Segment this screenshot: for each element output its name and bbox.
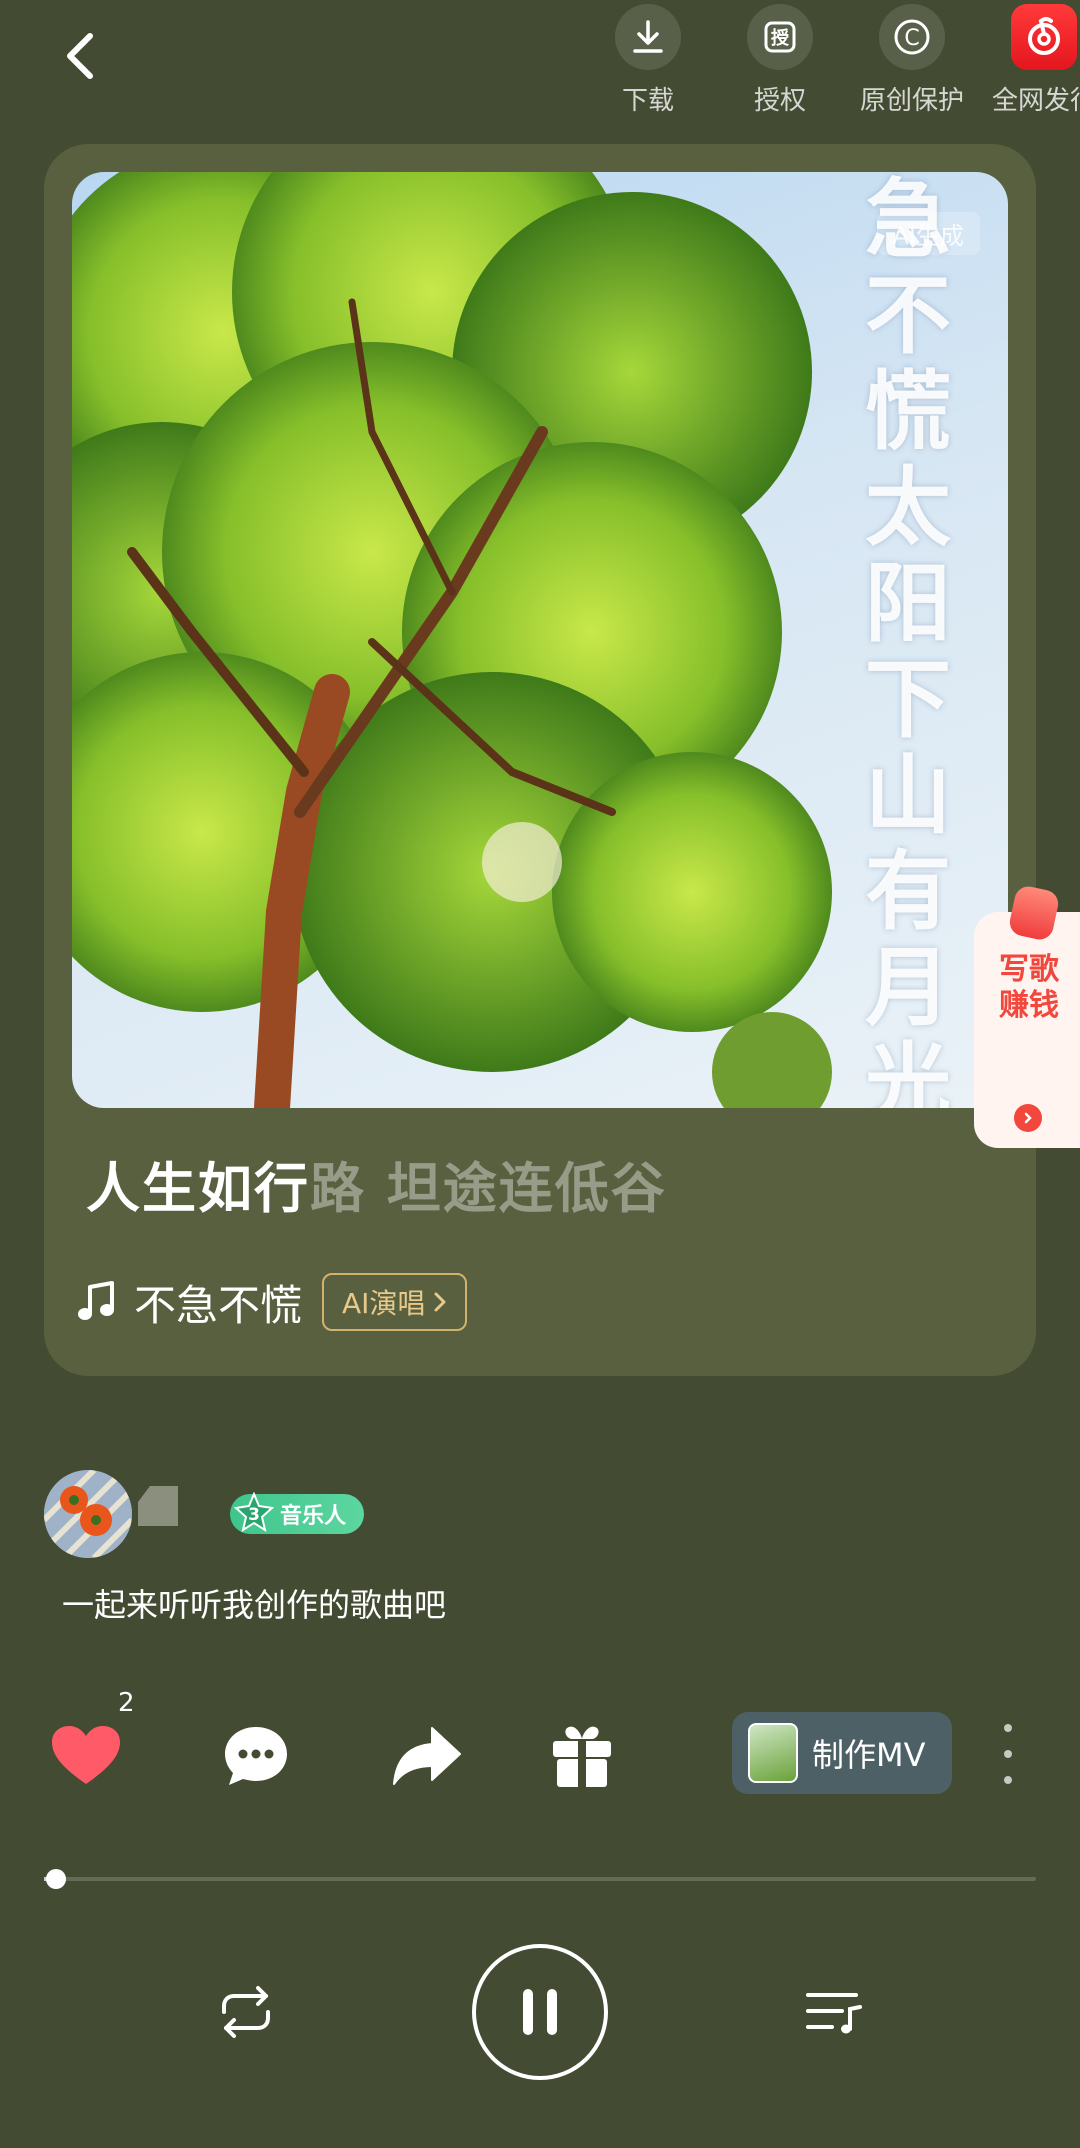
more-dot-icon — [1004, 1724, 1012, 1732]
song-meta: 不急不慌 AI演唱 — [74, 1272, 468, 1333]
heart-icon — [52, 1726, 120, 1784]
more-options-button[interactable] — [990, 1724, 1026, 1784]
write-song-earn-widget[interactable]: 写歌赚钱 — [974, 883, 1080, 1148]
music-note-icon — [78, 1281, 114, 1320]
current-lyric[interactable]: 人生如行路 坦途连低谷 — [86, 1144, 667, 1223]
lyric-unsung-part: 路 坦途连低谷 — [310, 1157, 667, 1220]
repeat-icon — [222, 1986, 270, 2038]
ai-sing-button[interactable]: AI演唱 — [322, 1273, 468, 1331]
author-avatar[interactable] — [44, 1470, 132, 1558]
arrow-right-icon — [1014, 1104, 1042, 1132]
make-mv-label: 制作MV — [812, 1736, 926, 1774]
repeat-mode-button[interactable] — [206, 1976, 286, 2048]
ai-sing-label: AI演唱 — [342, 1287, 426, 1320]
distribute-label: 全网发行 — [991, 86, 1080, 116]
gift-button[interactable] — [542, 1716, 622, 1796]
song-player-screen: 下载 授 授权 C 原创保护 全网发 急不慌太阳下山有月光 AI生成 人生如行路… — [0, 0, 1080, 2148]
svg-text:授: 授 — [771, 27, 790, 49]
comment-button[interactable] — [216, 1716, 296, 1796]
musician-badge[interactable]: 3 音乐人 — [230, 1492, 365, 1534]
comment-icon — [225, 1727, 287, 1785]
play-pause-button[interactable] — [472, 1944, 608, 2080]
mv-thumbnail — [748, 1723, 798, 1783]
playlist-icon — [806, 1993, 862, 2034]
playlist-button[interactable] — [794, 1976, 874, 2048]
netease-music-icon — [1028, 17, 1060, 55]
chevron-right-icon — [434, 1292, 446, 1312]
ai-generated-tag: AI生成 — [876, 212, 980, 255]
more-dot-icon — [1004, 1750, 1012, 1758]
gift-gem-icon — [1007, 883, 1061, 943]
download-button[interactable]: 下载 — [582, 4, 714, 117]
make-mv-button[interactable]: 制作MV — [732, 1712, 952, 1794]
copyright-icon: C — [894, 19, 930, 55]
back-button[interactable] — [52, 28, 108, 84]
song-name[interactable]: 不急不慌 — [134, 1272, 302, 1333]
avatar-image — [44, 1470, 132, 1558]
license-button[interactable]: 授 授权 — [714, 4, 846, 117]
share-button[interactable] — [386, 1716, 466, 1796]
song-card: 急不慌太阳下山有月光 AI生成 人生如行路 坦途连低谷 不急不慌 AI演唱 — [44, 144, 1036, 1376]
chevron-left-icon — [67, 33, 93, 79]
like-button[interactable] — [46, 1716, 126, 1796]
svg-text:C: C — [904, 26, 919, 51]
like-count: 2 — [118, 1688, 135, 1718]
author-name-placeholder[interactable] — [138, 1486, 178, 1526]
download-icon — [633, 20, 663, 53]
lyric-sung-part: 人生如行 — [86, 1157, 310, 1220]
license-icon: 授 — [764, 21, 796, 53]
gift-icon — [553, 1726, 611, 1787]
cover-title-text: 急不慌太阳下山有月光 — [865, 172, 951, 1108]
distribute-button[interactable]: 全网发行 — [978, 4, 1080, 117]
album-cover[interactable]: 急不慌太阳下山有月光 AI生成 — [72, 172, 1008, 1108]
level-star-icon: 3 — [234, 1492, 274, 1533]
license-label: 授权 — [753, 86, 806, 116]
share-icon — [393, 1727, 461, 1785]
progress-bar[interactable] — [44, 1869, 1036, 1889]
post-description: 一起来听听我创作的歌曲吧 — [62, 1586, 447, 1624]
top-actions-bar: 下载 授 授权 C 原创保护 全网发 — [560, 0, 1080, 116]
more-dot-icon — [1004, 1776, 1012, 1784]
copyright-protection-button[interactable]: C 原创保护 — [846, 4, 978, 117]
progress-knob[interactable] — [45, 1869, 66, 1889]
svg-text:3: 3 — [248, 1505, 260, 1525]
copyright-protection-label: 原创保护 — [859, 86, 964, 116]
download-label: 下载 — [621, 86, 674, 116]
pause-icon — [523, 1989, 557, 2035]
musician-badge-label: 音乐人 — [280, 1504, 347, 1529]
write-song-label: 写歌赚钱 — [999, 952, 1059, 1023]
